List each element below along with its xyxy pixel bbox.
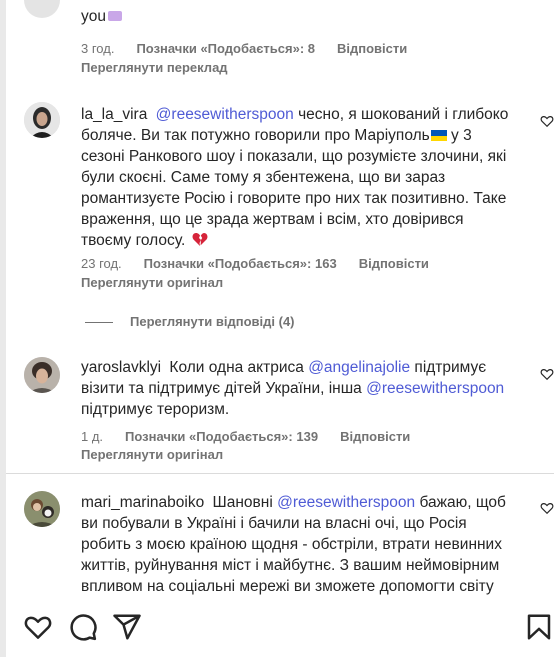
likes-count[interactable]: Позначки «Подобається»: 8 bbox=[136, 41, 315, 56]
divider bbox=[6, 473, 554, 474]
view-replies-button[interactable]: Переглянути відповіді (4) bbox=[130, 314, 295, 329]
see-original-link[interactable]: Переглянути оригінал bbox=[81, 447, 223, 462]
comment-text: Шановні bbox=[212, 494, 273, 511]
mention-link[interactable]: @reesewitherspoon bbox=[366, 380, 504, 397]
comment-text-continued: у 3 сезоні Ранкового шоу і показали, що … bbox=[81, 127, 507, 249]
avatar[interactable] bbox=[24, 102, 60, 138]
mention-link[interactable]: @angelinajolie bbox=[308, 359, 410, 376]
comment-time: 3 год. bbox=[81, 41, 115, 56]
like-heart-icon[interactable] bbox=[540, 501, 554, 515]
comment-time: 23 год. bbox=[81, 256, 122, 271]
replies-divider bbox=[85, 322, 113, 323]
ukraine-flag-emoji bbox=[430, 130, 447, 141]
comment-tail-text: you bbox=[81, 8, 106, 25]
comment-meta: 1 д. Позначки «Подобається»: 139 Відпові… bbox=[81, 429, 432, 444]
avatar[interactable] bbox=[24, 491, 60, 527]
reply-button[interactable]: Відповісти bbox=[359, 256, 429, 271]
left-edge-strip bbox=[0, 0, 6, 657]
comment-time: 1 д. bbox=[81, 429, 104, 444]
see-translation-link[interactable]: Переглянути переклад bbox=[81, 60, 228, 75]
username[interactable]: la_la_vira bbox=[81, 106, 147, 123]
reply-button[interactable]: Відповісти bbox=[340, 429, 410, 444]
comment-text-end: підтримує тероризм. bbox=[81, 401, 230, 418]
action-bar bbox=[6, 596, 554, 657]
like-heart-icon[interactable] bbox=[540, 114, 554, 128]
mention-link[interactable]: @reesewitherspoon bbox=[277, 494, 415, 511]
see-original-link[interactable]: Переглянути оригінал bbox=[81, 275, 223, 290]
comment-icon[interactable] bbox=[68, 612, 98, 642]
likes-count[interactable]: Позначки «Подобається»: 139 bbox=[125, 429, 318, 444]
comment-text: Коли одна актриса bbox=[169, 359, 304, 376]
purple-emoji-icon bbox=[108, 11, 122, 21]
username[interactable]: mari_marinaboiko bbox=[81, 494, 204, 511]
username[interactable]: yaroslavklyi bbox=[81, 359, 161, 376]
broken-heart-emoji bbox=[192, 232, 208, 253]
heart-icon[interactable] bbox=[23, 612, 53, 642]
share-icon[interactable] bbox=[112, 612, 142, 642]
like-heart-icon[interactable] bbox=[540, 367, 554, 381]
comment-meta: 3 год. Позначки «Подобається»: 8 Відпові… bbox=[81, 41, 429, 56]
reply-button[interactable]: Відповісти bbox=[337, 41, 407, 56]
likes-count[interactable]: Позначки «Подобається»: 163 bbox=[144, 256, 337, 271]
avatar[interactable] bbox=[24, 357, 60, 393]
mention-link[interactable]: @reesewitherspoon bbox=[156, 106, 294, 123]
comment-meta: 23 год. Позначки «Подобається»: 163 Відп… bbox=[81, 256, 451, 271]
avatar[interactable] bbox=[24, 0, 60, 18]
bookmark-icon[interactable] bbox=[524, 612, 554, 642]
